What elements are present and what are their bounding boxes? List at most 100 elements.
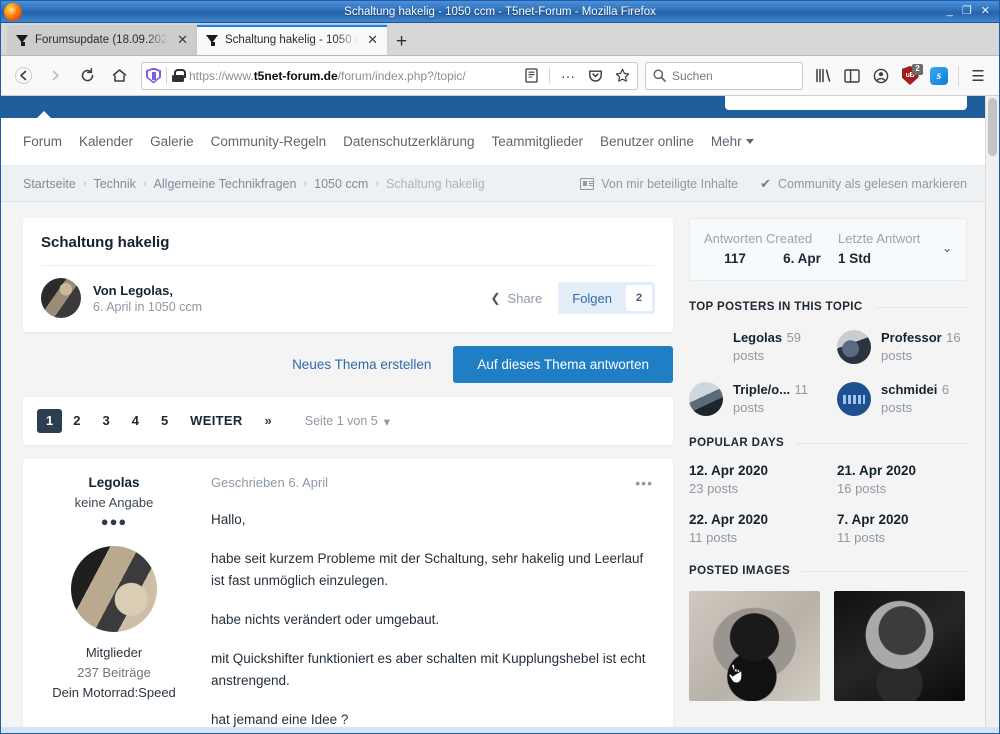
stat-value-created: 6. Apr — [783, 251, 821, 266]
reader-view-icon[interactable] — [520, 65, 542, 87]
posted-image-thumbnail[interactable] — [689, 591, 820, 701]
mark-community-read-link[interactable]: ✔ Community als gelesen markieren — [760, 176, 967, 192]
top-poster-item[interactable]: Triple/o... 11 posts — [689, 381, 819, 417]
breadcrumb-actions: Von mir beteiligte Inhalte ✔ Community a… — [580, 176, 967, 192]
next-page-button[interactable]: WEITER — [179, 409, 253, 433]
popular-day-date: 12. Apr 2020 — [689, 463, 769, 478]
browser-tab-2[interactable]: Schaltung hakelig - 1050 ccm ✕ — [197, 25, 387, 55]
share-icon: ❮ — [490, 291, 501, 305]
breadcrumb-item-allgemeine-technikfragen[interactable]: Allgemeine Technikfragen — [154, 177, 297, 191]
back-button[interactable] — [8, 61, 38, 91]
follow-button[interactable]: Folgen — [558, 282, 626, 314]
new-tab-button[interactable]: + — [387, 32, 416, 55]
popular-day-date: 7. Apr 2020 — [837, 512, 909, 527]
search-placeholder: Suchen — [672, 68, 713, 83]
nav-item-community-regeln[interactable]: Community-Regeln — [211, 134, 344, 149]
address-bar[interactable]: https://www.t5net-forum.de/forum/index.p… — [141, 61, 638, 90]
post-menu-icon[interactable]: ••• — [635, 475, 653, 491]
author-meta: Von Legolas, 6. April in 1050 ccm — [93, 283, 202, 314]
breadcrumb-bar: Startseite › Technik › Allgemeine Techni… — [1, 166, 985, 202]
popular-day-item[interactable]: 12. Apr 2020 23 posts — [689, 463, 819, 496]
tracking-protection-shield-icon[interactable] — [146, 67, 161, 84]
section-header: TOP POSTERS IN THIS TOPIC — [689, 301, 967, 313]
page-button-2[interactable]: 2 — [62, 409, 91, 433]
home-button[interactable] — [104, 61, 134, 91]
page-selector[interactable]: Seite 1 von 5 ▾ — [305, 414, 390, 429]
popular-day-count: 16 posts — [837, 481, 887, 496]
tab-close-icon[interactable]: ✕ — [365, 32, 380, 48]
post-body-column: Geschrieben 6. April ••• Hallo, habe sei… — [205, 459, 673, 727]
popular-day-item[interactable]: 22. Apr 2020 11 posts — [689, 512, 819, 545]
tab-close-icon[interactable]: ✕ — [175, 32, 190, 48]
divider — [41, 265, 655, 266]
nav-item-kalender[interactable]: Kalender — [79, 134, 150, 149]
pocket-icon[interactable] — [584, 65, 606, 87]
avatar[interactable] — [71, 545, 157, 632]
breadcrumb-separator: › — [82, 177, 87, 190]
nav-item-galerie[interactable]: Galerie — [150, 134, 211, 149]
page-actions-icon[interactable]: ··· — [557, 65, 579, 87]
avatar[interactable] — [41, 278, 81, 318]
topic-header-card: Schaltung hakelig Von Legolas, 6. April … — [23, 218, 673, 332]
news-icon — [580, 177, 595, 190]
post-author-sidebar: Legolas keine Angabe ●●● Mitglieder 237 … — [23, 459, 205, 727]
follow-button-group[interactable]: Folgen 2 — [558, 282, 655, 314]
top-poster-item[interactable]: Legolas 59 posts — [689, 329, 819, 365]
post-body: Hallo, habe seit kurzem Probleme mit der… — [211, 509, 653, 727]
share-button[interactable]: ❮ Share — [490, 291, 542, 306]
page-scrollbar[interactable] — [985, 96, 999, 728]
check-icon: ✔ — [760, 175, 772, 191]
hamburger-menu-icon[interactable]: ☰ — [964, 62, 992, 90]
nav-item-teammitglieder[interactable]: Teammitglieder — [491, 134, 600, 149]
new-topic-button[interactable]: Neues Thema erstellen — [270, 357, 453, 372]
bookmark-star-icon[interactable] — [611, 65, 633, 87]
posted-image-thumbnail[interactable] — [834, 591, 965, 701]
stat-value-last-reply: 1 Std — [838, 251, 872, 266]
chevron-down-icon[interactable]: ⌄ — [942, 241, 952, 255]
minimize-button[interactable]: _ — [947, 6, 953, 17]
browser-tab-1[interactable]: Forumsupdate (18.09.2020): E ✕ — [7, 25, 197, 55]
post-date[interactable]: Geschrieben 6. April — [211, 475, 328, 490]
topic-action-row: Neues Thema erstellen Auf dieses Thema a… — [23, 346, 673, 384]
my-participated-content-link[interactable]: Von mir beteiligte Inhalte — [580, 177, 738, 191]
nav-item-mehr[interactable]: Mehr — [711, 134, 771, 149]
page-button-3[interactable]: 3 — [91, 409, 120, 433]
scrollbar-thumb[interactable] — [988, 98, 997, 156]
site-search-box[interactable] — [725, 96, 967, 110]
action-label: Von mir beteiligte Inhalte — [601, 176, 739, 191]
breadcrumb-separator: › — [375, 177, 380, 190]
last-page-button[interactable]: » — [254, 409, 283, 433]
account-icon[interactable] — [867, 62, 895, 90]
author-name[interactable]: Von Legolas, — [93, 283, 202, 298]
skype-icon[interactable]: s — [925, 62, 953, 90]
section-divider — [874, 306, 967, 308]
browser-toolbar: https://www.t5net-forum.de/forum/index.p… — [1, 56, 999, 96]
topic-stats-card[interactable]: Antworten Created Letzte Antwort 117 6. … — [689, 218, 967, 281]
page-button-1[interactable]: 1 — [37, 409, 63, 434]
popular-day-item[interactable]: 21. Apr 2020 16 posts — [837, 463, 967, 496]
popular-day-item[interactable]: 7. Apr 2020 11 posts — [837, 512, 967, 545]
lock-icon[interactable] — [172, 69, 186, 82]
library-icon[interactable] — [809, 62, 837, 90]
sidebar-icon[interactable] — [838, 62, 866, 90]
post-author-rank-dots: ●●● — [100, 513, 128, 529]
post-author-post-count[interactable]: 237 Beiträge — [77, 665, 151, 680]
maximize-button[interactable]: ❐ — [962, 6, 972, 17]
page-button-5[interactable]: 5 — [150, 409, 179, 433]
top-poster-item[interactable]: Professor 16 posts — [837, 329, 967, 365]
ublock-origin-icon[interactable]: uB 2 — [896, 62, 924, 90]
breadcrumb-item-technik[interactable]: Technik — [93, 177, 135, 191]
breadcrumb-item-startseite[interactable]: Startseite — [23, 177, 76, 191]
post-author-name[interactable]: Legolas — [88, 475, 139, 490]
nav-item-forum[interactable]: Forum — [23, 134, 79, 149]
breadcrumb-item-1050-ccm[interactable]: 1050 ccm — [314, 177, 368, 191]
page-button-4[interactable]: 4 — [121, 409, 150, 433]
reply-to-topic-button[interactable]: Auf dieses Thema antworten — [453, 346, 673, 384]
top-posters-section: TOP POSTERS IN THIS TOPIC Legolas 59 pos… — [689, 301, 967, 417]
nav-item-benutzer-online[interactable]: Benutzer online — [600, 134, 711, 149]
nav-item-datenschutzerklaerung[interactable]: Datenschutzerklärung — [343, 134, 491, 149]
top-poster-item[interactable]: schmidei 6 posts — [837, 381, 967, 417]
search-bar[interactable]: Suchen — [645, 61, 803, 90]
reload-button[interactable] — [72, 61, 102, 91]
close-button[interactable]: ✕ — [981, 6, 990, 17]
